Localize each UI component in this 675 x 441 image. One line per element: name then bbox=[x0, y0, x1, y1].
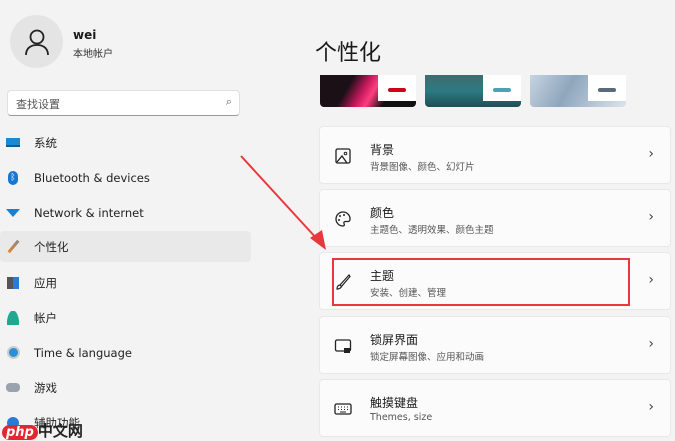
annotation-arrow bbox=[240, 155, 326, 250]
